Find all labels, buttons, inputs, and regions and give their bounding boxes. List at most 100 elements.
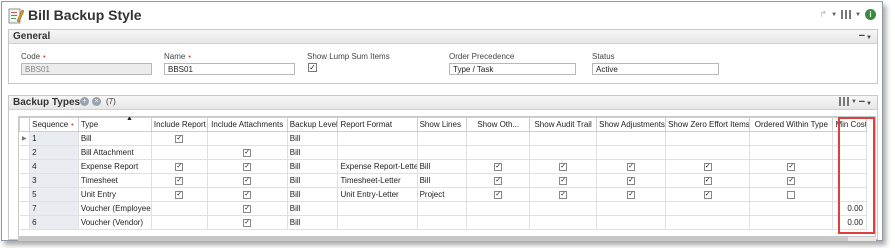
table-cell[interactable]: Timesheet [77, 173, 152, 188]
table-cell[interactable] [150, 215, 208, 230]
checkbox[interactable]: ✓ [243, 148, 252, 157]
code-field[interactable]: BBS01 [21, 63, 152, 75]
table-cell[interactable] [665, 215, 751, 230]
table-cell[interactable]: Bill [286, 187, 339, 202]
table-row[interactable]: 3 Timesheet ✓ ✓ Bill Timesheet-Letter Bill ✓ ✓ ✓ ✓… [19, 173, 867, 188]
table-cell[interactable] [596, 201, 667, 216]
table-cell[interactable]: 0.00 [832, 201, 867, 216]
table-cell[interactable] [665, 131, 751, 146]
checkbox[interactable]: ✓ [703, 162, 712, 171]
table-cell[interactable]: ✓ [150, 131, 208, 146]
table-cell[interactable]: ✓ [206, 215, 288, 230]
table-cell[interactable] [416, 215, 468, 230]
checkbox[interactable]: ✓ [494, 176, 503, 185]
table-cell[interactable]: ✓ [466, 159, 531, 174]
checkbox[interactable]: ✓ [243, 218, 252, 227]
table-cell[interactable]: ✓ [150, 187, 208, 202]
table-cell[interactable]: 3 [29, 173, 79, 188]
table-cell[interactable]: ✓ [466, 187, 531, 202]
columns-icon[interactable] [841, 10, 852, 19]
table-cell[interactable] [749, 187, 834, 202]
checkbox[interactable]: ✓ [703, 190, 712, 199]
table-cell[interactable] [749, 201, 834, 216]
table-row[interactable]: 2 Bill Attachment ✓ Bill [19, 145, 867, 160]
table-cell[interactable] [665, 145, 751, 160]
table-row[interactable]: ▶ 1 Bill ✓ Bill [19, 131, 867, 146]
table-cell[interactable]: Bill [286, 173, 339, 188]
checkbox[interactable]: ✓ [494, 162, 503, 171]
table-cell[interactable]: Timesheet-Letter [337, 173, 418, 188]
table-cell[interactable] [150, 201, 208, 216]
column-header-ordered-within-type[interactable]: Ordered Within Type [749, 117, 834, 132]
table-cell[interactable]: ✓ [596, 173, 667, 188]
table-cell[interactable] [832, 145, 867, 160]
checkbox[interactable]: ✓ [627, 162, 636, 171]
table-cell[interactable] [416, 201, 468, 216]
chevron-down-icon[interactable]: ▼ [855, 12, 861, 18]
column-header-include-attachments[interactable]: Include Attachments [206, 117, 288, 132]
column-header-min-cost[interactable]: Min Cost [832, 117, 867, 132]
column-header-sequence[interactable]: Sequence • [29, 117, 79, 132]
table-cell[interactable] [416, 131, 468, 146]
table-cell[interactable]: ✓ [749, 159, 834, 174]
table-cell[interactable] [529, 201, 598, 216]
table-cell[interactable] [466, 145, 531, 160]
table-cell[interactable] [337, 145, 418, 160]
checkbox[interactable]: ✓ [627, 190, 636, 199]
column-header-show-lines[interactable]: Show Lines [416, 117, 468, 132]
table-cell[interactable] [832, 187, 867, 202]
checkbox[interactable]: ✓ [243, 190, 252, 199]
table-cell[interactable]: ✓ [206, 187, 288, 202]
scrollbar-thumb[interactable] [18, 237, 848, 241]
table-cell[interactable] [749, 215, 834, 230]
show-lump-sum-checkbox[interactable]: ✓ [308, 63, 317, 72]
table-cell[interactable] [749, 145, 834, 160]
remove-icon[interactable]: × [92, 97, 101, 106]
row-selector[interactable] [19, 201, 31, 216]
table-cell[interactable] [529, 145, 598, 160]
table-cell[interactable]: Bill Attachment [77, 145, 152, 160]
table-cell[interactable] [337, 215, 418, 230]
chevron-down-icon[interactable]: ▼ [831, 12, 837, 18]
table-cell[interactable]: Expense Report [77, 159, 152, 174]
table-cell[interactable]: ✓ [665, 173, 751, 188]
checkbox[interactable]: ✓ [243, 204, 252, 213]
table-cell[interactable] [416, 145, 468, 160]
table-cell[interactable] [596, 145, 667, 160]
checkbox[interactable]: ✓ [559, 176, 568, 185]
table-cell[interactable]: ✓ [529, 187, 598, 202]
table-cell[interactable]: Bill [286, 145, 339, 160]
table-cell[interactable]: ✓ [466, 173, 531, 188]
table-cell[interactable]: Expense Report-Letter [337, 159, 418, 174]
checkbox[interactable]: ✓ [627, 176, 636, 185]
table-cell[interactable] [665, 201, 751, 216]
table-row[interactable]: 7 Voucher (Employee) ✓ Bill 0.00 [19, 201, 867, 216]
column-header-show-adjustments[interactable]: Show Adjustments [596, 117, 667, 132]
collapse-button[interactable]: −▼ [859, 96, 872, 108]
collapse-button[interactable]: −▼ [859, 30, 872, 42]
checkbox[interactable]: ✓ [175, 134, 184, 143]
column-header-backup-level[interactable]: Backup Level [286, 117, 339, 132]
table-cell[interactable]: 4 [29, 159, 79, 174]
column-header-show-audit-trail[interactable]: Show Audit Trail [529, 117, 598, 132]
chevron-down-icon[interactable]: ▼ [851, 99, 857, 105]
column-header-type[interactable]: Type [77, 117, 152, 132]
table-cell[interactable] [206, 131, 288, 146]
table-cell[interactable] [466, 131, 531, 146]
checkbox[interactable]: ✓ [243, 162, 252, 171]
table-cell[interactable]: Voucher (Employee) [77, 201, 152, 216]
table-cell[interactable]: ✓ [749, 173, 834, 188]
table-cell[interactable]: ✓ [150, 173, 208, 188]
checkbox[interactable]: ✓ [787, 176, 796, 185]
table-cell[interactable] [466, 201, 531, 216]
table-cell[interactable]: Bill [416, 159, 468, 174]
checkbox[interactable]: ✓ [703, 176, 712, 185]
table-cell[interactable]: ✓ [150, 159, 208, 174]
table-cell[interactable] [529, 215, 598, 230]
table-cell[interactable]: 5 [29, 187, 79, 202]
table-cell[interactable]: 1 [29, 131, 79, 146]
checkbox[interactable]: ✓ [175, 162, 184, 171]
table-cell[interactable] [337, 131, 418, 146]
table-cell[interactable] [596, 215, 667, 230]
info-icon[interactable]: i [865, 9, 876, 20]
